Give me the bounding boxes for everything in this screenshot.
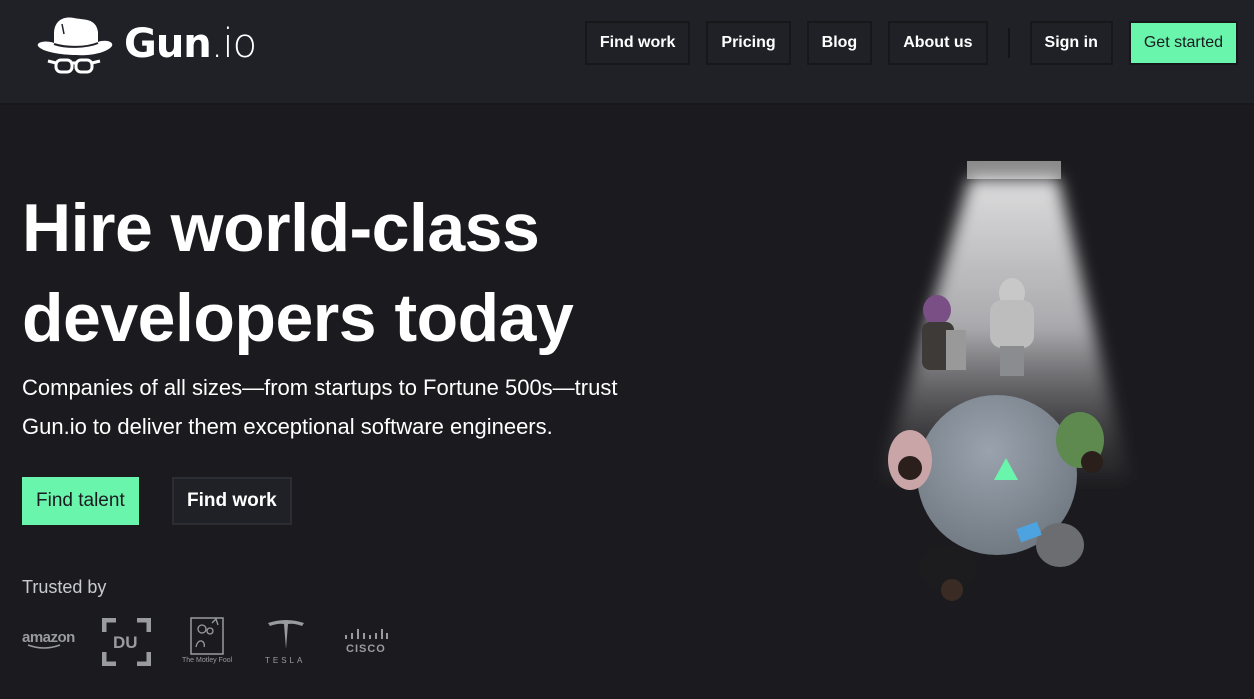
ceiling-light [967,161,1061,179]
hero-title: Hire world-class developers today [22,183,574,363]
amazon-logo: amazon [22,629,75,649]
nav-find-work[interactable]: Find work [584,21,691,65]
find-work-button[interactable]: Find work [172,477,292,525]
find-talent-button[interactable]: Find talent [22,477,139,525]
hat-glasses-logo-icon [37,17,113,74]
motley-fool-logo: The Motley Fool [182,617,232,669]
meeting-table-spotlight-illustration [840,150,1140,620]
site-header: Gun.io Find work Pricing Blog About us S… [0,0,1254,105]
nav-about-us[interactable]: About us [888,21,988,65]
tesla-logo: TESLA [265,619,307,667]
nav-pricing[interactable]: Pricing [706,21,791,65]
cisco-logo: CISCO [344,629,390,661]
main-nav: Find work Pricing Blog About us Sign in … [584,21,1238,65]
nav-blog[interactable]: Blog [806,21,873,65]
hero-title-line-1: Hire world-class [22,190,540,266]
sign-in-button[interactable]: Sign in [1029,21,1113,65]
brand-logo[interactable]: Gun.io [36,12,257,76]
get-started-button[interactable]: Get started [1128,21,1238,65]
hero-title-line-2: developers today [22,280,574,356]
du-logo: DU [102,618,151,666]
nav-divider [1007,28,1010,58]
hero-subtitle-line-2: Gun.io to deliver them exceptional softw… [22,414,553,439]
hero-subtitle: Companies of all sizes—from startups to … [22,368,702,446]
trusted-by-label: Trusted by [22,577,107,597]
hero-subtitle-line-1: Companies of all sizes—from startups to … [22,375,618,400]
brand-name: Gun.io [124,21,257,67]
